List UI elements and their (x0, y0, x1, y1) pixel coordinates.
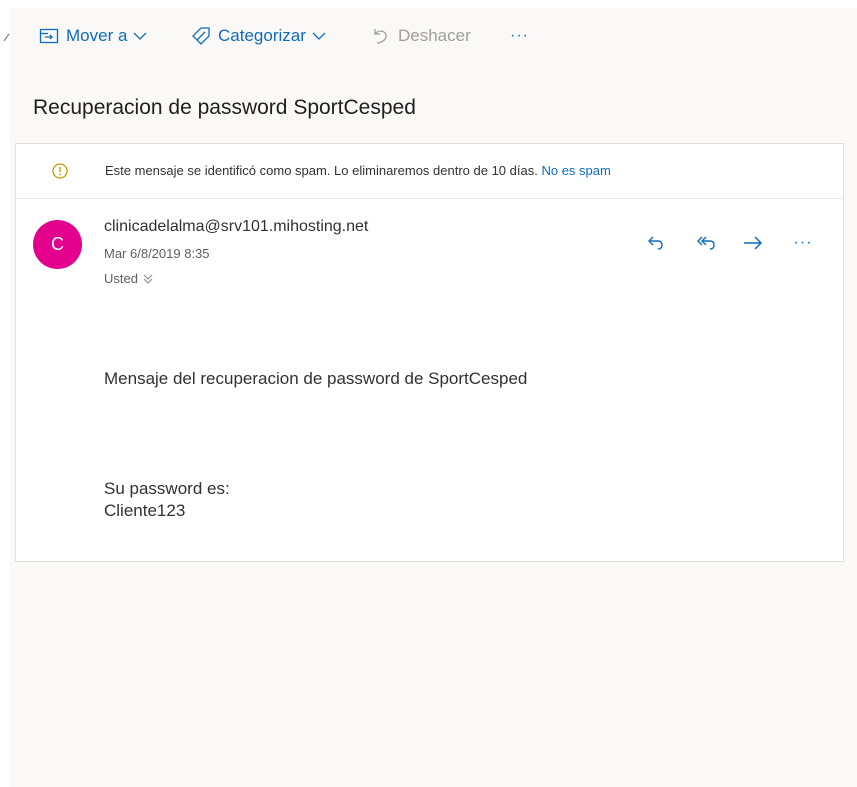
warning-icon (51, 162, 69, 180)
spam-notice-text: Este mensaje se identificó como spam. Lo… (105, 163, 538, 178)
categorize-button[interactable]: Categorizar (190, 24, 328, 48)
chevron-down-icon (312, 28, 328, 44)
undo-button[interactable]: Deshacer (370, 24, 471, 48)
recipient-label: Usted (104, 271, 138, 286)
move-to-label: Mover a (66, 26, 128, 45)
message-subject: Recuperacion de password SportCesped (33, 96, 416, 119)
more-actions-button[interactable]: ··· (791, 231, 815, 255)
spam-notice-bar: Este mensaje se identificó como spam. Lo… (16, 144, 843, 199)
undo-icon (370, 25, 392, 47)
command-toolbar: Mover a Categorizar Deshacer ··· (0, 8, 857, 63)
body-line: Su password es: (104, 479, 230, 498)
chevron-left-icon[interactable] (1, 30, 11, 42)
more-options-button[interactable]: ··· (510, 24, 529, 48)
undo-label: Deshacer (398, 26, 471, 45)
not-spam-link[interactable]: No es spam (541, 163, 610, 178)
body-line: Mensaje del recuperacion de password de … (104, 369, 528, 388)
reply-icon[interactable] (644, 231, 668, 255)
more-icon: ··· (510, 27, 529, 44)
body-line: Cliente123 (104, 501, 186, 520)
move-folder-icon (38, 25, 60, 47)
move-to-button[interactable]: Mover a (38, 24, 149, 48)
recipient-line[interactable]: Usted (104, 271, 154, 286)
forward-icon[interactable] (741, 231, 765, 255)
reply-all-icon[interactable] (695, 231, 719, 255)
categorize-label: Categorizar (218, 26, 306, 45)
message-actions: ··· (16, 231, 843, 255)
expand-recipients-icon (142, 273, 154, 285)
more-icon: ··· (793, 234, 813, 251)
chevron-down-icon (133, 28, 149, 44)
tag-icon (190, 25, 212, 47)
message-card: Este mensaje se identificó como spam. Lo… (15, 143, 844, 562)
spam-notice: Este mensaje se identificó como spam. Lo… (105, 163, 611, 178)
